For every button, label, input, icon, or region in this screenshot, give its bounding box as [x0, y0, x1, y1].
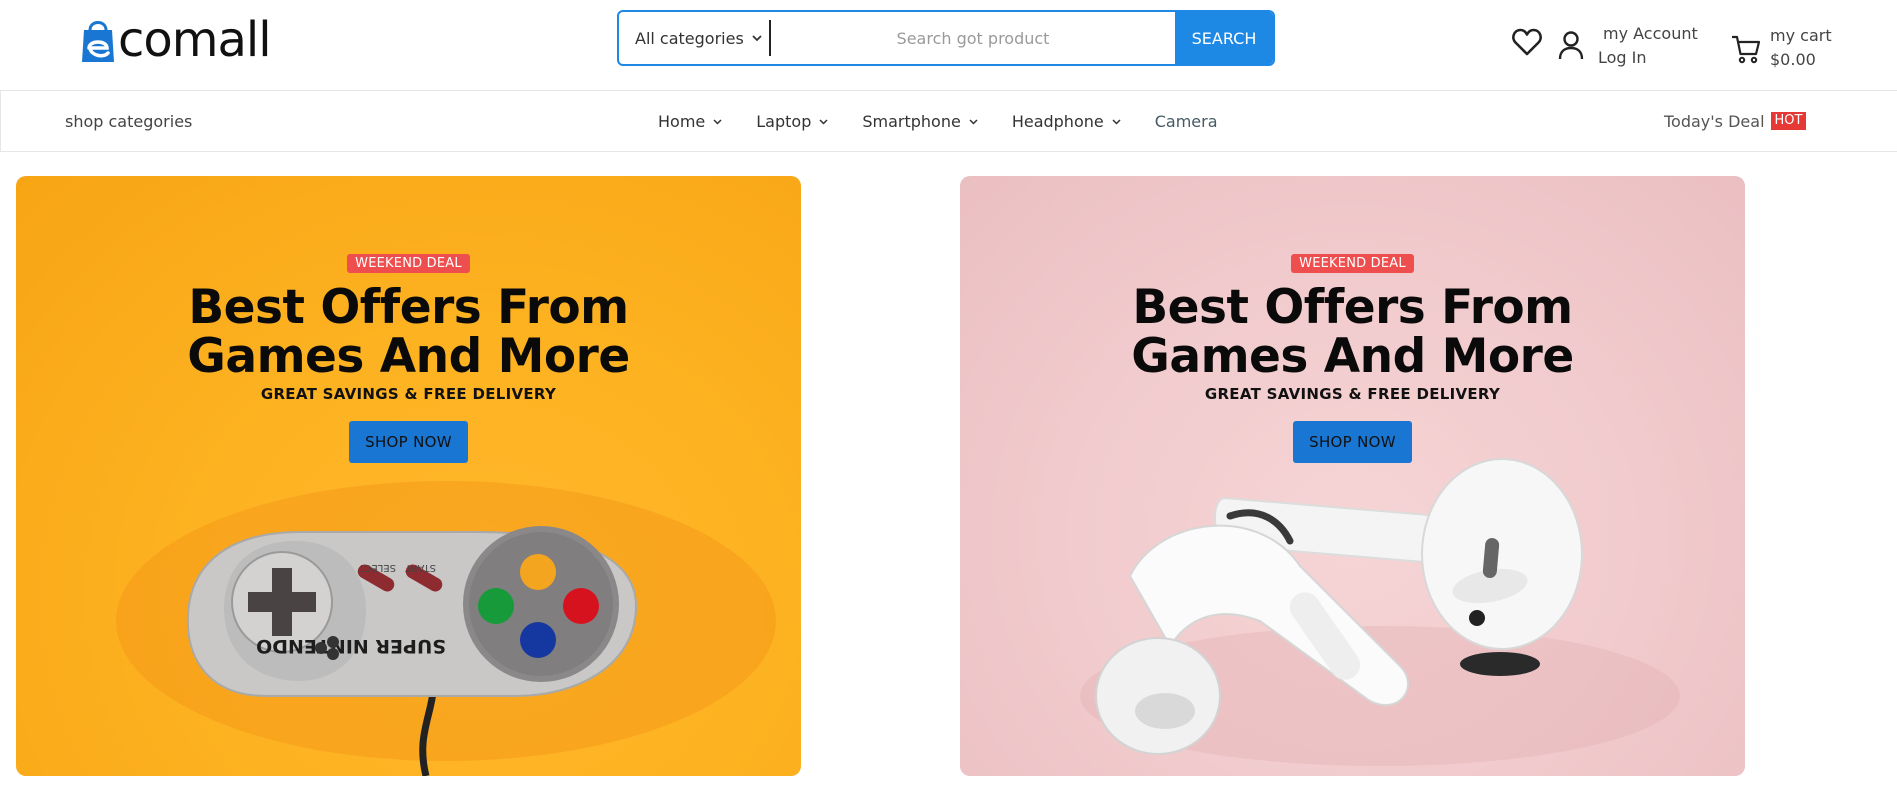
cart-label: my cart — [1770, 26, 1832, 45]
banner-title-line: Best Offers From — [188, 280, 629, 335]
promo-banner-games[interactable]: SELECT START SUPER NINTENDO WEEKEND DEAL… — [16, 176, 801, 776]
main-nav: shop categories Home Laptop Smartphone H… — [0, 90, 1897, 152]
nav-menu: Home Laptop Smartphone Headphone Camera — [658, 91, 1252, 151]
chevron-down-icon — [752, 31, 762, 45]
banner-title-line: Games And More — [187, 329, 630, 384]
heart-icon[interactable] — [1512, 28, 1542, 60]
search-input[interactable] — [771, 12, 1175, 64]
banner-subtitle: GREAT SAVINGS & FREE DELIVERY — [1204, 385, 1501, 403]
nav-item-label: Smartphone — [862, 111, 961, 131]
logo[interactable]: comall — [80, 12, 272, 68]
search-bar: All categories SEARCH — [617, 10, 1275, 66]
user-icon[interactable] — [1557, 30, 1585, 64]
banner-title: Best Offers From Games And More — [187, 280, 630, 384]
banner-content: WEEKEND DEAL Best Offers From Games And … — [960, 254, 1745, 463]
todays-deal-label: Today's Deal — [1664, 111, 1765, 131]
account-link[interactable]: my Account Log In — [1598, 22, 1698, 70]
cart-icon[interactable] — [1731, 34, 1761, 68]
shop-categories-button[interactable]: shop categories — [65, 91, 192, 151]
nav-item-home[interactable]: Home — [658, 112, 722, 131]
todays-deal-link[interactable]: Today's Deal HOT — [1664, 91, 1807, 151]
category-select-label: All categories — [635, 28, 744, 48]
nav-item-laptop[interactable]: Laptop — [756, 112, 828, 131]
nav-item-label: Camera — [1154, 111, 1218, 131]
shop-now-button[interactable]: SHOP NOW — [1293, 421, 1412, 463]
banner-title-line: Best Offers From — [1132, 280, 1573, 335]
chevron-down-icon — [969, 115, 978, 128]
nav-item-label: Headphone — [1011, 111, 1104, 131]
nav-item-label: Home — [658, 111, 706, 131]
cart-link[interactable]: my cart $0.00 — [1770, 24, 1832, 72]
svg-text:START: START — [404, 562, 436, 573]
hot-badge: HOT — [1770, 112, 1807, 130]
banner-subtitle: GREAT SAVINGS & FREE DELIVERY — [260, 385, 557, 403]
svg-text:SELECT: SELECT — [357, 562, 396, 573]
logo-text: comall — [118, 12, 272, 68]
chevron-down-icon — [819, 115, 828, 128]
banner-title-line: Games And More — [1131, 329, 1574, 384]
top-header: comall All categories SEARCH my Account … — [0, 0, 1897, 90]
nav-item-smartphone[interactable]: Smartphone — [862, 111, 978, 131]
promo-banner-earbuds[interactable]: WEEKEND DEAL Best Offers From Games And … — [960, 176, 1745, 776]
chevron-down-icon — [713, 115, 722, 128]
nav-item-headphone[interactable]: Headphone — [1012, 112, 1121, 131]
svg-text:SUPER NINTENDO: SUPER NINTENDO — [256, 635, 446, 657]
weekend-deal-tag: WEEKEND DEAL — [347, 254, 470, 273]
search-button[interactable]: SEARCH — [1175, 12, 1273, 64]
category-select[interactable]: All categories — [619, 20, 771, 56]
nav-item-camera[interactable]: Camera — [1155, 112, 1218, 131]
shop-now-button[interactable]: SHOP NOW — [349, 421, 468, 463]
banner-title: Best Offers From Games And More — [1131, 280, 1574, 384]
login-link[interactable]: Log In — [1598, 46, 1698, 70]
banner-content: WEEKEND DEAL Best Offers From Games And … — [16, 254, 801, 463]
nav-item-label: Laptop — [756, 111, 812, 131]
weekend-deal-tag: WEEKEND DEAL — [1291, 254, 1414, 273]
shopping-bag-logo-icon — [80, 16, 116, 64]
cart-total: $0.00 — [1770, 50, 1816, 69]
chevron-down-icon — [1112, 115, 1121, 128]
account-label: my Account — [1603, 24, 1698, 43]
